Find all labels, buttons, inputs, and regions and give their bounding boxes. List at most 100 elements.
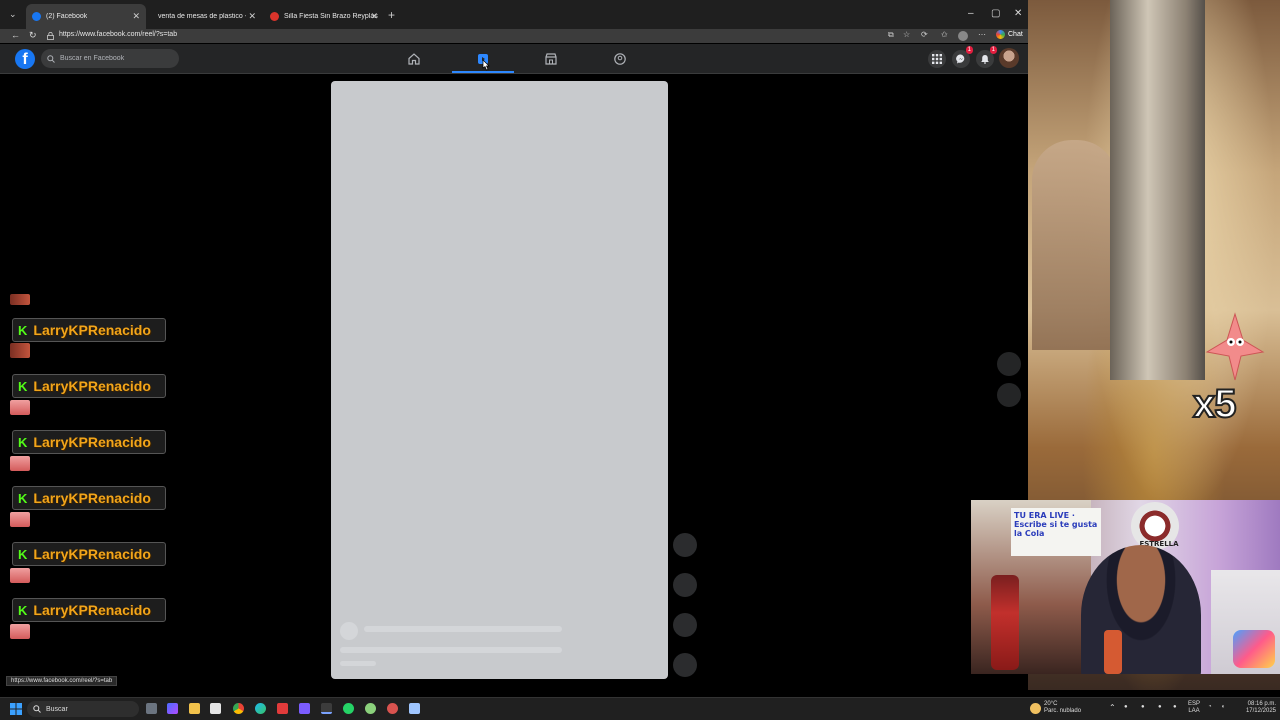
patrick-star-emote-icon <box>1205 312 1265 381</box>
url-field[interactable]: https://www.facebook.com/reel/?s=tab <box>59 31 177 38</box>
soda-bottle <box>991 575 1019 670</box>
thumbs-emote-icon <box>10 400 30 415</box>
edge-icon[interactable] <box>255 703 266 714</box>
tab-facebook[interactable]: (2) Facebook ✕ <box>26 4 146 29</box>
tab-search-mesas[interactable]: venta de mesas de plastico - Bús ✕ <box>152 5 262 27</box>
chat-label: Chat <box>1008 31 1023 38</box>
facebook-logo-icon[interactable]: f <box>15 49 35 69</box>
whatsapp-icon[interactable] <box>343 703 354 714</box>
tab-title: (2) Facebook <box>46 13 88 20</box>
copilot-taskbar-icon[interactable] <box>167 703 178 714</box>
skeleton-line <box>364 626 562 632</box>
tab-silla-fiesta[interactable]: Silla Fiesta Sin Brazo Reyplast ✕ <box>264 5 384 27</box>
next-reel-button[interactable] <box>997 383 1021 407</box>
volume-icon[interactable]: ◖ <box>1221 704 1225 711</box>
clock[interactable]: 08:16 p.m. 17/12/2025 <box>1236 701 1276 715</box>
search-icon <box>47 54 55 63</box>
weather-icon[interactable] <box>1030 703 1041 714</box>
windows-taskbar: Buscar 20°C Parc. nublado ⌃ ● ● ● ● ESP … <box>0 697 1280 720</box>
windows-start-icon[interactable] <box>10 703 22 715</box>
tray-chevron-icon[interactable]: ⌃ <box>1109 704 1116 712</box>
app-icon[interactable] <box>387 703 398 714</box>
facebook-favicon-icon <box>32 12 41 21</box>
messenger-badge: 1 <box>965 46 973 54</box>
sticker-icon <box>1233 630 1275 668</box>
refresh-extension-icon[interactable]: ⟳ <box>921 30 928 39</box>
thumbs-emote-icon <box>10 456 30 471</box>
language-indicator[interactable]: ESP LAA <box>1188 701 1200 715</box>
grid-menu-icon <box>932 54 942 64</box>
marketplace-icon[interactable] <box>544 52 558 66</box>
chat-message: K LarryKPRenacido <box>12 318 166 342</box>
window-close-icon[interactable]: ✕ <box>1014 8 1022 19</box>
tab-title: venta de mesas de plastico - Bús <box>158 12 246 20</box>
task-view-icon[interactable] <box>146 703 157 714</box>
reload-icon[interactable]: ↻ <box>29 30 37 41</box>
emote-icon <box>10 343 30 358</box>
messenger-icon <box>956 54 965 64</box>
file-explorer-icon[interactable] <box>189 703 200 714</box>
facebook-search-box[interactable] <box>41 49 179 68</box>
notifications-button[interactable]: 1 <box>976 46 997 68</box>
tab-close-icon[interactable]: ✕ <box>132 11 140 22</box>
minimize-icon[interactable]: – <box>968 8 974 19</box>
facebook-search-input[interactable] <box>60 55 170 62</box>
favorites-icon[interactable]: ✩ <box>941 30 948 39</box>
weather-temp: 20°C <box>1044 701 1058 707</box>
chat-username: LarryKPRenacido <box>33 490 151 506</box>
tab-bar: ⌄ (2) Facebook ✕ venta de mesas de plast… <box>0 0 1028 29</box>
reel-more-button[interactable] <box>673 653 697 677</box>
obs-icon[interactable] <box>321 703 332 714</box>
reel-comment-button[interactable] <box>673 573 697 597</box>
chat-message: K LarryKPRenacido <box>12 374 166 398</box>
tab-close-icon[interactable]: ✕ <box>370 11 378 22</box>
reel-like-button[interactable] <box>673 533 697 557</box>
tab-list-chevron-icon[interactable]: ⌄ <box>9 9 17 20</box>
thumbs-emote-icon <box>10 624 30 639</box>
kick-platform-icon: K <box>18 378 28 394</box>
menu-grid-button[interactable] <box>928 50 946 68</box>
tray-app-icon[interactable]: ● <box>1158 704 1162 711</box>
weather-widget[interactable]: 20°C Parc. nublado <box>1044 701 1089 715</box>
notifications-badge: 1 <box>989 46 997 54</box>
tray-app-icon[interactable]: ● <box>1141 704 1145 711</box>
profile-icon[interactable] <box>958 31 968 41</box>
microphone-tray-icon[interactable]: ● <box>1173 704 1177 711</box>
clock-time: 08:16 p.m. <box>1247 701 1276 707</box>
address-bar: ← ↻ https://www.facebook.com/reel/?s=tab… <box>0 29 1028 43</box>
home-icon[interactable] <box>407 52 421 66</box>
app-icon[interactable] <box>409 703 420 714</box>
streamer <box>1081 545 1201 674</box>
install-app-icon[interactable]: ⧉ <box>888 30 894 40</box>
taskbar-search[interactable]: Buscar <box>27 701 139 717</box>
site-info-icon[interactable] <box>47 32 54 40</box>
back-arrow-icon[interactable]: ← <box>11 30 20 40</box>
new-tab-plus-icon[interactable]: + <box>388 8 395 22</box>
reel-loading-placeholder[interactable] <box>331 81 668 679</box>
reel-share-button[interactable] <box>673 613 697 637</box>
webcam-sign: TU ERA LIVE · Escribe si te gusta la Col… <box>1011 508 1101 556</box>
reels-active-indicator <box>452 71 514 73</box>
more-menu-icon[interactable]: ⋯ <box>978 30 986 39</box>
groups-icon[interactable] <box>613 52 627 66</box>
skeleton-line <box>340 661 376 666</box>
previous-reel-button[interactable] <box>997 352 1021 376</box>
profile-avatar[interactable] <box>999 48 1019 68</box>
bookmark-star-icon[interactable]: ☆ <box>903 30 910 39</box>
maximize-icon[interactable]: ▢ <box>991 8 1000 19</box>
tab-close-icon[interactable]: ✕ <box>248 11 256 22</box>
app-icon[interactable] <box>299 703 310 714</box>
app-icon[interactable] <box>365 703 376 714</box>
kick-platform-icon: K <box>18 602 28 618</box>
messenger-button[interactable]: 1 <box>952 46 973 68</box>
app-icon[interactable] <box>277 703 288 714</box>
chat-message: K LarryKPRenacido <box>12 430 166 454</box>
tray-app-icon[interactable]: ● <box>1124 704 1128 711</box>
copilot-chat-button[interactable]: Chat <box>996 30 1023 39</box>
store-icon[interactable] <box>210 703 221 714</box>
chrome-icon[interactable] <box>233 703 244 714</box>
wifi-icon[interactable]: ◔ <box>1208 704 1212 711</box>
site-favicon-icon <box>270 11 279 21</box>
kick-platform-icon: K <box>18 434 28 450</box>
weather-desc: Parc. nublado <box>1044 708 1082 714</box>
